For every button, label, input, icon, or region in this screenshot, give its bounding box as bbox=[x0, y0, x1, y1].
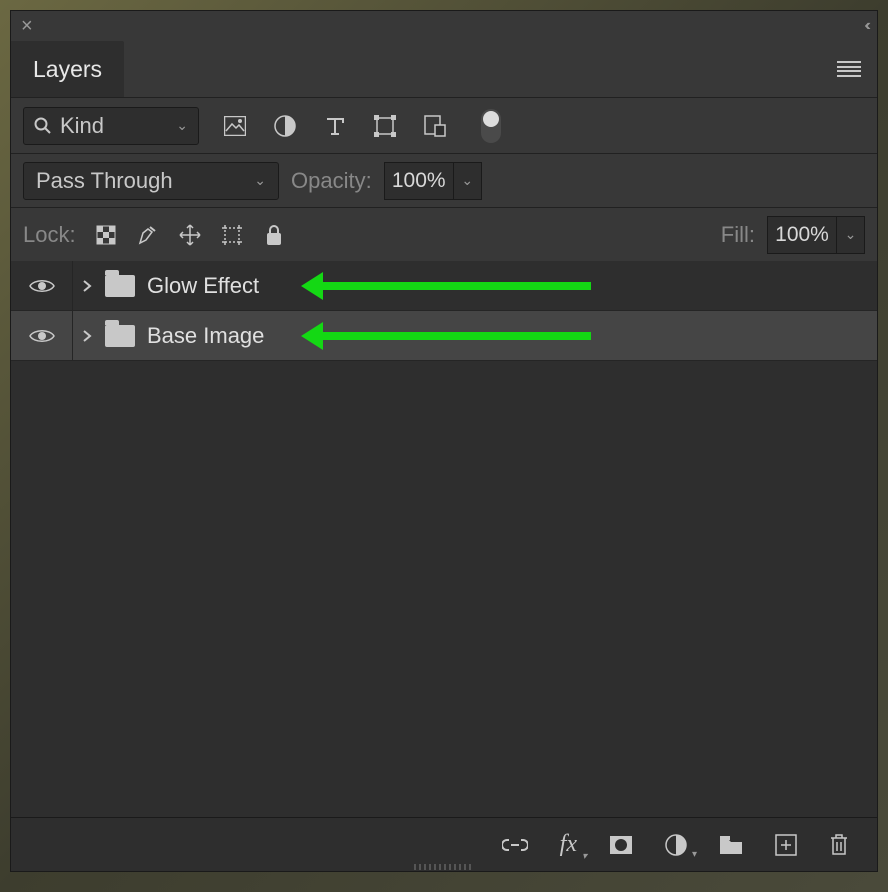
dropdown-arrow-icon: ▾ bbox=[692, 849, 697, 860]
panel-menu-button[interactable] bbox=[837, 41, 877, 97]
annotation-arrow bbox=[321, 282, 591, 290]
annotation-arrow bbox=[321, 332, 591, 340]
panel-titlebar: × ‹‹ bbox=[11, 11, 877, 41]
delete-layer-button[interactable] bbox=[829, 833, 849, 857]
chevron-right-icon bbox=[82, 279, 92, 293]
fill-dropdown-button[interactable]: ⌄ bbox=[837, 216, 865, 254]
close-icon[interactable]: × bbox=[21, 15, 33, 38]
filter-icons bbox=[223, 109, 501, 143]
layer-effects-button[interactable]: fx ▾ bbox=[560, 831, 577, 858]
expand-toggle[interactable] bbox=[73, 329, 101, 343]
eye-icon bbox=[29, 277, 55, 295]
filter-kind-dropdown[interactable]: Kind ⌄ bbox=[23, 107, 199, 145]
layer-row-base-image[interactable]: Base Image bbox=[11, 311, 877, 361]
search-icon bbox=[34, 117, 52, 135]
blend-row: Pass Through ⌄ Opacity: 100% ⌄ bbox=[11, 153, 877, 207]
hamburger-icon bbox=[837, 61, 861, 77]
layer-row-glow-effect[interactable]: Glow Effect bbox=[11, 261, 877, 311]
dropdown-arrow-icon: ▾ bbox=[582, 851, 587, 862]
eye-icon bbox=[29, 327, 55, 345]
tab-layers[interactable]: Layers bbox=[11, 41, 124, 97]
opacity-input[interactable]: 100% bbox=[384, 162, 454, 200]
layer-list: Glow Effect Base Image bbox=[11, 261, 877, 817]
fill-input[interactable]: 100% bbox=[767, 216, 837, 254]
new-adjustment-button[interactable]: ▾ bbox=[665, 834, 687, 856]
fill-label: Fill: bbox=[721, 222, 755, 248]
lock-label: Lock: bbox=[23, 222, 76, 248]
new-group-button[interactable] bbox=[719, 835, 743, 855]
chevron-down-icon: ⌄ bbox=[254, 172, 266, 189]
filter-row: Kind ⌄ bbox=[11, 97, 877, 153]
chevron-down-icon: ⌄ bbox=[176, 117, 188, 134]
chevron-right-icon bbox=[82, 329, 92, 343]
resize-grip[interactable] bbox=[414, 864, 474, 870]
shape-filter-icon[interactable] bbox=[373, 114, 397, 138]
lock-artboard-icon[interactable] bbox=[220, 223, 244, 247]
collapse-icon[interactable]: ‹‹ bbox=[864, 17, 867, 35]
lock-position-icon[interactable] bbox=[178, 223, 202, 247]
visibility-toggle[interactable] bbox=[11, 311, 73, 360]
layer-name: Base Image bbox=[147, 323, 264, 349]
visibility-toggle[interactable] bbox=[11, 261, 73, 310]
smart-object-filter-icon[interactable] bbox=[423, 114, 447, 138]
expand-toggle[interactable] bbox=[73, 279, 101, 293]
lock-all-icon[interactable] bbox=[262, 223, 286, 247]
layer-name: Glow Effect bbox=[147, 273, 259, 299]
tab-bar: Layers bbox=[11, 41, 877, 97]
lock-row: Lock: Fill: 100% ⌄ bbox=[11, 207, 877, 261]
blend-mode-value: Pass Through bbox=[36, 168, 173, 194]
layers-panel: × ‹‹ Layers Kind ⌄ bbox=[10, 10, 878, 872]
adjustment-filter-icon[interactable] bbox=[273, 114, 297, 138]
folder-icon bbox=[105, 325, 135, 347]
fx-label: fx bbox=[560, 831, 577, 858]
blend-mode-dropdown[interactable]: Pass Through ⌄ bbox=[23, 162, 279, 200]
link-layers-button[interactable] bbox=[502, 837, 528, 853]
bottom-bar: fx ▾ ▾ bbox=[11, 817, 877, 871]
filter-toggle[interactable] bbox=[481, 109, 501, 143]
lock-pixels-icon[interactable] bbox=[136, 223, 160, 247]
type-filter-icon[interactable] bbox=[323, 114, 347, 138]
pixel-filter-icon[interactable] bbox=[223, 114, 247, 138]
new-layer-button[interactable] bbox=[775, 834, 797, 856]
filter-kind-label: Kind bbox=[60, 113, 104, 139]
opacity-dropdown-button[interactable]: ⌄ bbox=[454, 162, 482, 200]
folder-icon bbox=[105, 275, 135, 297]
add-mask-button[interactable] bbox=[609, 835, 633, 855]
lock-transparency-icon[interactable] bbox=[94, 223, 118, 247]
opacity-label: Opacity: bbox=[291, 168, 372, 194]
